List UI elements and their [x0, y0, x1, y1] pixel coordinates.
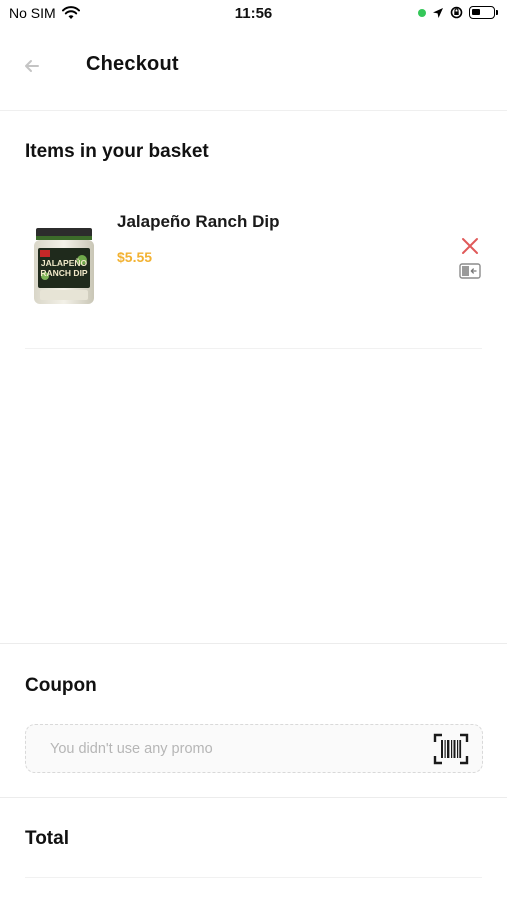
- page-title: Checkout: [86, 53, 179, 75]
- battery-icon: [469, 6, 498, 19]
- item-divider: [25, 348, 482, 349]
- arrow-left-icon[interactable]: [20, 54, 44, 78]
- product-name: Jalapeño Ranch Dip: [117, 212, 280, 231]
- total-divider: [25, 877, 482, 878]
- privacy-indicator-dot: [418, 8, 426, 17]
- app-header: Checkout: [0, 28, 507, 111]
- status-bar: No SIM 11:56: [0, 0, 507, 28]
- coupon-field: [25, 724, 483, 773]
- product-image[interactable]: JALAPEÑO RANCH DIP: [28, 226, 100, 310]
- section-divider: [0, 643, 507, 644]
- coupon-section-title: Coupon: [25, 675, 97, 696]
- orientation-lock-icon: [450, 6, 463, 19]
- product-label-line1: JALAPEÑO: [41, 258, 88, 268]
- status-right: [418, 6, 498, 19]
- location-arrow-icon: [433, 7, 443, 18]
- product-price: $5.55: [117, 249, 153, 265]
- basket-section-title: Items in your basket: [25, 141, 209, 162]
- promo-code-input[interactable]: [50, 738, 410, 760]
- close-icon[interactable]: [460, 236, 480, 256]
- panel-icon[interactable]: [459, 263, 481, 279]
- total-section-title: Total: [25, 828, 69, 849]
- barcode-scan-icon[interactable]: [433, 733, 469, 765]
- product-label-line2: RANCH DIP: [40, 268, 88, 278]
- section-divider-2: [0, 797, 507, 798]
